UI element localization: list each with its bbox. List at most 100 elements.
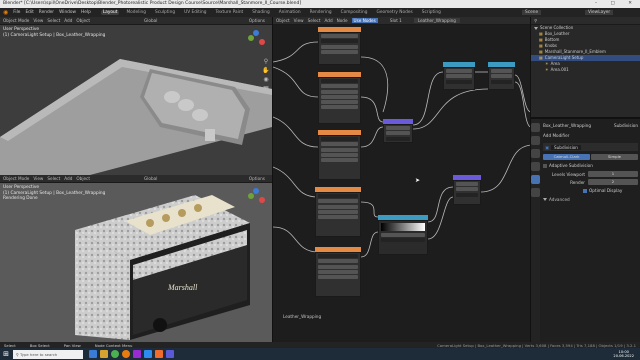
menu-edit[interactable]: Edit xyxy=(25,10,33,15)
properties-editor[interactable]: Box_Leather_Wrapping Subdivision Add Mod… xyxy=(530,117,640,344)
node-texture-2[interactable] xyxy=(318,72,361,124)
window-controls[interactable]: – □ ✕ xyxy=(595,0,638,8)
file-explorer-icon[interactable] xyxy=(100,350,108,358)
gizmo-y-axis-icon[interactable] xyxy=(248,35,254,41)
status-node-context: Node Context Menu xyxy=(94,342,133,348)
leather-box-clay-render xyxy=(0,59,272,175)
status-pan-view: Pan View xyxy=(63,342,81,348)
viewport-top-navigation: ⚲ ✋ ◉ ▦ xyxy=(262,57,270,93)
task-view-icon[interactable] xyxy=(89,350,97,358)
expand-icon[interactable] xyxy=(543,198,547,201)
advanced-panel[interactable]: Advanced xyxy=(543,197,638,202)
node-mix-2[interactable] xyxy=(488,62,515,90)
taskbar-clock[interactable]: 10:00 20.06.2022 xyxy=(613,350,640,358)
premiere-icon[interactable] xyxy=(133,350,141,358)
scene-tab-icon[interactable] xyxy=(531,162,540,171)
node-frame-label: Leather_Wrapping xyxy=(283,314,322,319)
light-icon: ☀ xyxy=(545,67,549,72)
tab-uv-editing[interactable]: UV Editing xyxy=(182,10,208,15)
modifier-name-field[interactable]: Subdivision xyxy=(550,144,581,150)
tab-rendering[interactable]: Rendering xyxy=(308,10,334,15)
status-select: Select xyxy=(4,342,16,348)
subdivision-icon: ▣ xyxy=(545,144,549,150)
tab-geometry-nodes[interactable]: Geometry Nodes xyxy=(375,10,415,15)
properties-tab-column xyxy=(531,119,540,344)
modifier-tab-icon[interactable] xyxy=(531,175,540,184)
render-tab-icon[interactable] xyxy=(531,136,540,145)
blender-logo-icon[interactable]: ◉ xyxy=(3,9,8,16)
scene-selector[interactable]: Scene xyxy=(522,10,542,15)
gizmo-bottom-z-icon[interactable] xyxy=(253,188,259,194)
output-tab-icon[interactable] xyxy=(531,149,540,158)
tab-texture-paint[interactable]: Texture Paint xyxy=(214,10,246,15)
zoom-icon[interactable]: ⚲ xyxy=(262,57,270,66)
gizmo-bottom-x-icon[interactable] xyxy=(259,197,265,203)
collection-icon: ▦ xyxy=(539,55,543,60)
tab-shading[interactable]: Shading xyxy=(250,10,271,15)
viewport-top[interactable]: Object Mode View Select Add Object Globa… xyxy=(0,17,272,175)
tab-layout[interactable]: Layout xyxy=(100,10,120,15)
gizmo-bottom[interactable] xyxy=(244,188,268,212)
menu-file[interactable]: File xyxy=(13,10,20,15)
gizmo-top[interactable] xyxy=(244,30,268,54)
status-scene-stats: CameraLight Setup | Box_Leather_Wrapping… xyxy=(437,342,636,348)
chrome-icon[interactable] xyxy=(111,350,119,358)
node-texture-4[interactable] xyxy=(315,187,361,237)
outliner[interactable]: ⚲ Scene Collection ▦ Box_Leather ▦ Bottom … xyxy=(530,17,640,117)
menu-help[interactable]: Help xyxy=(81,10,91,15)
outliner-item[interactable]: ☀ Area.001 xyxy=(531,67,640,73)
node-texture-5[interactable] xyxy=(315,247,361,297)
simple-tab[interactable]: Simple xyxy=(591,154,638,160)
tab-sculpting[interactable]: Sculpting xyxy=(153,10,177,15)
photoshop-icon[interactable] xyxy=(144,350,152,358)
camera-view-icon[interactable]: ◉ xyxy=(262,75,270,84)
properties-content: Box_Leather_Wrapping Subdivision Add Mod… xyxy=(543,123,638,202)
outliner-search-icon[interactable]: ⚲ xyxy=(534,18,537,23)
render-levels-row: Render 2 xyxy=(543,179,638,185)
blender-taskbar-icon[interactable] xyxy=(122,350,130,358)
gizmo-x-axis-icon[interactable] xyxy=(259,39,265,45)
grid-view-icon[interactable]: ▦ xyxy=(262,84,270,93)
tab-scripting[interactable]: Scripting xyxy=(420,10,443,15)
node-texture-3[interactable] xyxy=(318,130,361,180)
window-title-bar: Blender* [C:\Users\spil\OneDrive\Desktop… xyxy=(0,0,640,8)
adaptive-subdivision-row[interactable]: Adaptive Subdivision xyxy=(543,163,638,168)
adaptive-checkbox[interactable] xyxy=(543,163,547,168)
modifier-breadcrumb: Subdivision xyxy=(614,123,638,128)
node-texture-1[interactable] xyxy=(318,27,361,65)
node-mix-1[interactable] xyxy=(443,62,475,90)
node-color-ramp[interactable] xyxy=(378,215,428,255)
illustrator-icon[interactable] xyxy=(155,350,163,358)
windows-taskbar: ⊞ ⚲ Type here to search 10:00 20.06.2022 xyxy=(0,348,640,360)
levels-viewport-field[interactable]: 1 xyxy=(588,171,638,177)
window-title: Blender* [C:\Users\spil\OneDrive\Desktop… xyxy=(3,1,302,6)
object-name: Box_Leather_Wrapping xyxy=(543,123,591,128)
node-vector-bump[interactable] xyxy=(383,119,413,143)
catmull-clark-tab[interactable]: Catmull-Clark xyxy=(543,154,590,160)
tab-animation[interactable]: Animation xyxy=(277,10,303,15)
pan-icon[interactable]: ✋ xyxy=(262,66,270,75)
add-modifier-button[interactable]: Add Modifier xyxy=(543,133,638,140)
tab-modeling[interactable]: Modeling xyxy=(124,10,148,15)
gizmo-z-axis-icon[interactable] xyxy=(253,30,259,36)
taskbar-search-box[interactable]: ⚲ Type here to search xyxy=(13,349,83,359)
shader-node-editor[interactable]: Object View Select Add Node Use Nodes Sl… xyxy=(272,17,530,342)
tool-tab-icon[interactable] xyxy=(531,123,540,132)
viewport-bottom[interactable]: Object Mode View Select Add Object Globa… xyxy=(0,175,272,342)
menu-render[interactable]: Render xyxy=(39,10,54,15)
gizmo-bottom-y-icon[interactable] xyxy=(248,193,254,199)
material-tab-icon[interactable] xyxy=(531,188,540,197)
outliner-header: ⚲ xyxy=(531,17,640,25)
windows-start-icon[interactable]: ⊞ xyxy=(0,348,12,360)
status-box-select: Box Select xyxy=(29,342,50,348)
menu-window[interactable]: Window xyxy=(59,10,76,15)
after-effects-icon[interactable] xyxy=(166,350,174,358)
modifier-panel-header[interactable]: ▣ Subdivision xyxy=(543,143,638,151)
tab-compositing[interactable]: Compositing xyxy=(339,10,370,15)
render-levels-field[interactable]: 2 xyxy=(588,179,638,185)
optimal-display-checkbox[interactable] xyxy=(583,188,587,193)
collapse-icon[interactable] xyxy=(534,26,538,30)
optimal-display-row[interactable]: Optimal Display xyxy=(543,188,638,193)
view-layer-selector[interactable]: ViewLayer xyxy=(585,10,614,15)
node-vector-mix[interactable] xyxy=(453,175,481,205)
